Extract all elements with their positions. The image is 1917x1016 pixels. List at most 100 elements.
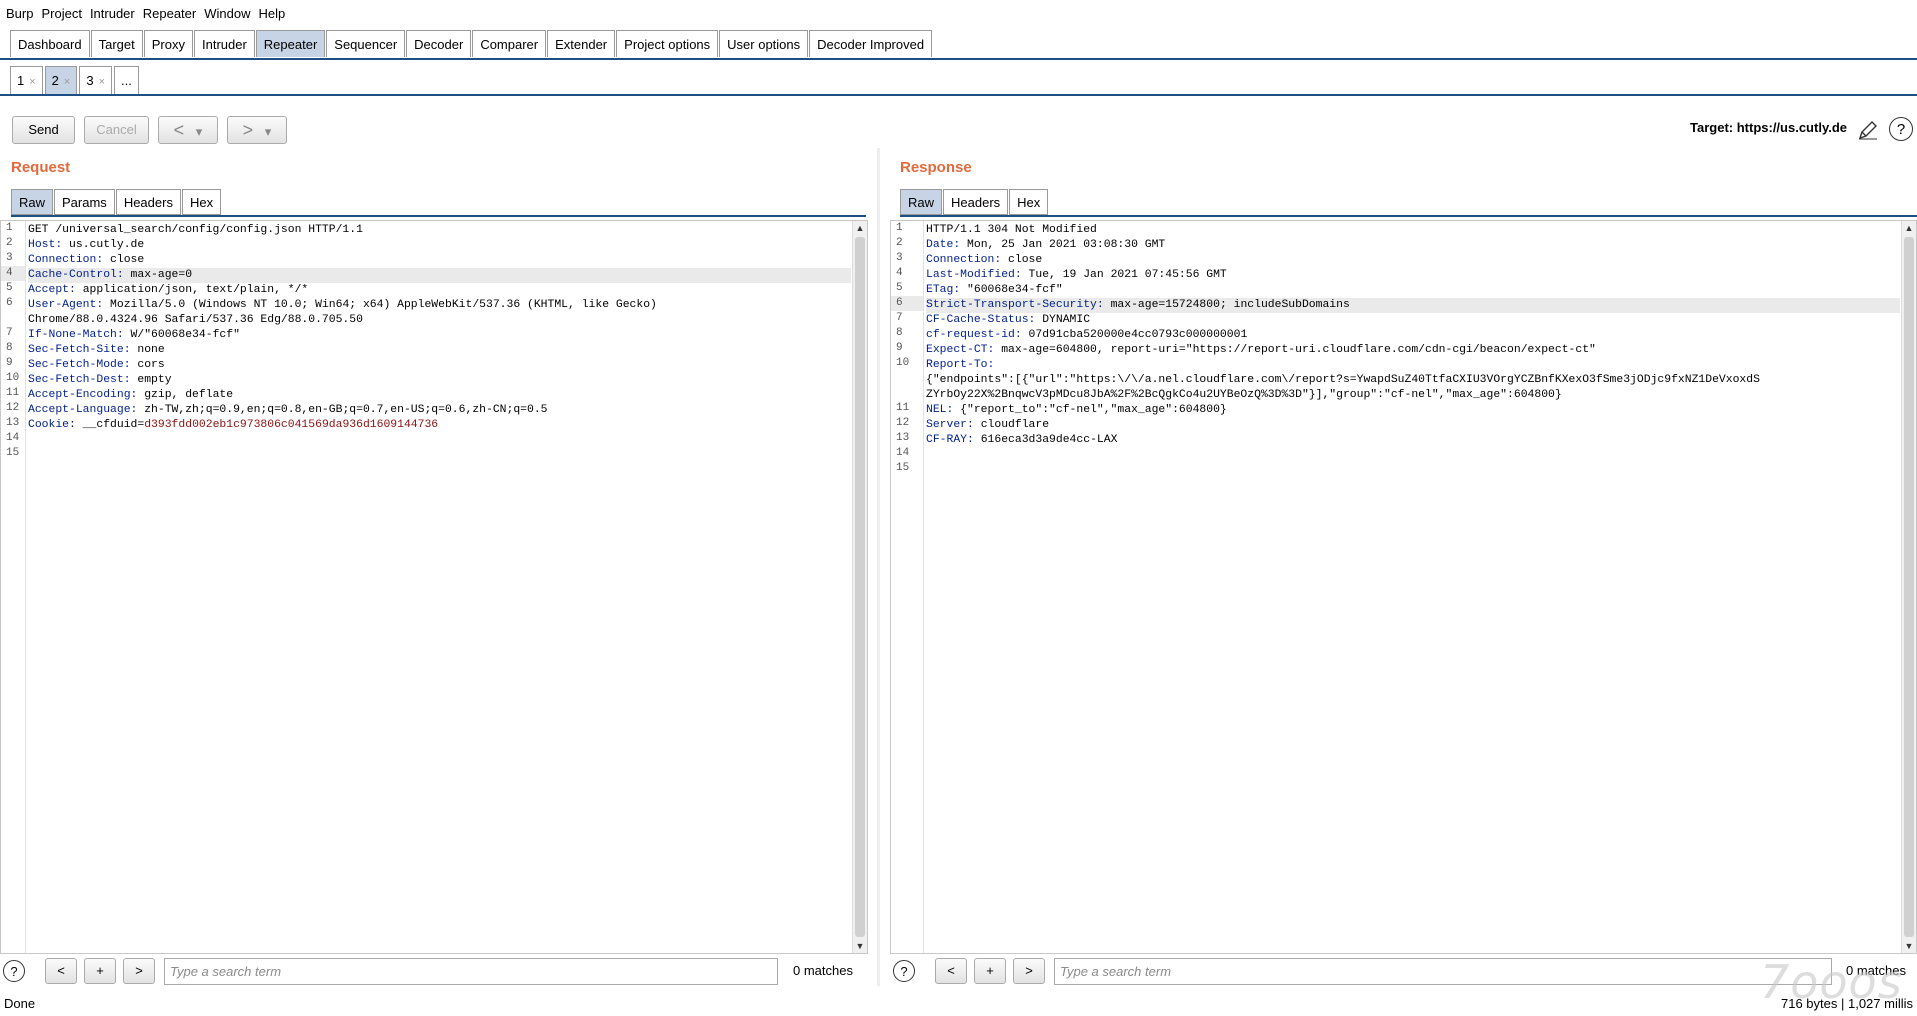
header-value: "60068e34-fcf"	[960, 284, 1063, 296]
tab-intruder[interactable]: Intruder	[193, 30, 255, 57]
code-line[interactable]: User-Agent: Mozilla/5.0 (Windows NT 10.0…	[28, 298, 851, 313]
search-next-button[interactable]: >	[123, 958, 155, 984]
tab-comparer[interactable]: Comparer	[472, 30, 547, 57]
tab-repeater[interactable]: Repeater	[255, 30, 326, 57]
tab-extender[interactable]: Extender	[547, 30, 616, 57]
close-icon[interactable]: ×	[29, 76, 35, 88]
send-button[interactable]: Send	[12, 116, 75, 144]
pencil-icon[interactable]	[1857, 119, 1879, 147]
request-tab-raw[interactable]: Raw	[11, 189, 54, 215]
repeater-tab-more[interactable]: ...	[114, 66, 139, 94]
code-line[interactable]: ZYrbOy22X%2BnqwcV3pMDcu8JbA%2F%2BcQgkCo4…	[926, 388, 1900, 403]
code-line[interactable]	[28, 448, 851, 463]
code-line[interactable]: Accept-Encoding: gzip, deflate	[28, 388, 851, 403]
code-line[interactable]: CF-Cache-Status: DYNAMIC	[926, 313, 1900, 328]
code-line[interactable]: GET /universal_search/config/config.json…	[28, 223, 851, 238]
request-search-input[interactable]	[164, 958, 778, 985]
code-line[interactable]: Expect-CT: max-age=604800, report-uri="h…	[926, 343, 1900, 358]
code-line[interactable]: ETag: "60068e34-fcf"	[926, 283, 1900, 298]
close-icon[interactable]: ×	[64, 76, 70, 88]
code-line[interactable]: Accept: application/json, text/plain, */…	[28, 283, 851, 298]
code-line[interactable]: NEL: {"report_to":"cf-nel","max_age":604…	[926, 403, 1900, 418]
tab-decoder-improved[interactable]: Decoder Improved	[809, 30, 933, 57]
tab-target[interactable]: Target	[90, 30, 143, 57]
response-scrollbar[interactable]: ▲ ▼	[1901, 221, 1916, 953]
menu-intruder[interactable]: Intruder	[90, 6, 135, 21]
code-line[interactable]: CF-RAY: 616eca3d3a9de4cc-LAX	[926, 433, 1900, 448]
cancel-button[interactable]: Cancel	[84, 116, 149, 144]
code-line[interactable]: Accept-Language: zh-TW,zh;q=0.9,en;q=0.8…	[28, 403, 851, 418]
menu-help[interactable]: Help	[258, 6, 285, 21]
back-dropdown-icon[interactable]: ▾	[196, 124, 203, 139]
search-prev-button[interactable]: <	[935, 958, 967, 984]
repeater-tab-2[interactable]: 2 ×	[44, 66, 78, 94]
request-tab-params[interactable]: Params	[54, 189, 115, 215]
scroll-up-icon[interactable]: ▲	[853, 221, 867, 235]
menu-repeater[interactable]: Repeater	[143, 6, 196, 21]
tab-decoder[interactable]: Decoder	[406, 30, 472, 57]
search-next-button[interactable]: >	[1013, 958, 1045, 984]
search-options-button[interactable]: +	[84, 958, 116, 984]
tab-dashboard[interactable]: Dashboard	[10, 30, 90, 57]
code-line[interactable]: Cookie: __cfduid=d393fdd002eb1c973806c04…	[28, 418, 851, 433]
pane-splitter[interactable]	[877, 148, 880, 986]
request-scroll-thumb[interactable]	[855, 237, 865, 937]
history-forward-button[interactable]: > ▾	[227, 116, 287, 144]
scroll-down-icon[interactable]: ▼	[1902, 939, 1916, 953]
code-line[interactable]: Date: Mon, 25 Jan 2021 03:08:30 GMT	[926, 238, 1900, 253]
response-editor[interactable]: 1 2 3 4 5 6 7 8 9 10 11 12 13 14 15 HTTP/1.1 304 Not M…	[890, 220, 1917, 954]
menu-burp[interactable]: Burp	[6, 6, 33, 21]
scroll-down-icon[interactable]: ▼	[853, 939, 867, 953]
scroll-up-icon[interactable]: ▲	[1902, 221, 1916, 235]
line-number: 9	[6, 357, 13, 369]
code-line[interactable]: HTTP/1.1 304 Not Modified	[926, 223, 1900, 238]
code-line[interactable]: Sec-Fetch-Site: none	[28, 343, 851, 358]
response-search-input[interactable]	[1054, 958, 1832, 985]
code-line[interactable]: Last-Modified: Tue, 19 Jan 2021 07:45:56…	[926, 268, 1900, 283]
code-line[interactable]: {"endpoints":[{"url":"https:\/\/a.nel.cl…	[926, 373, 1900, 388]
request-scrollbar[interactable]: ▲ ▼	[852, 221, 867, 953]
tab-user-options[interactable]: User options	[719, 30, 809, 57]
repeater-tab-1[interactable]: 1 ×	[10, 66, 43, 94]
code-line[interactable]: Cache-Control: max-age=0	[28, 268, 851, 283]
code-line[interactable]	[926, 448, 1900, 463]
request-text[interactable]: GET /universal_search/config/config.json…	[28, 223, 851, 463]
response-tab-raw[interactable]: Raw	[900, 189, 943, 215]
code-line[interactable]: cf-request-id: 07d91cba520000e4cc0793c00…	[926, 328, 1900, 343]
forward-dropdown-icon[interactable]: ▾	[265, 124, 272, 139]
code-line[interactable]: Sec-Fetch-Dest: empty	[28, 373, 851, 388]
close-icon[interactable]: ×	[99, 76, 105, 88]
menu-window[interactable]: Window	[204, 6, 250, 21]
request-editor[interactable]: 1 2 3 4 5 6 7 8 9 10 11 12 13 14 15 GET /universal_sea…	[0, 220, 868, 954]
code-line[interactable]: If-None-Match: W/"60068e34-fcf"	[28, 328, 851, 343]
response-text[interactable]: HTTP/1.1 304 Not Modified Date: Mon, 25 J…	[926, 223, 1900, 478]
code-line[interactable]: Server: cloudflare	[926, 418, 1900, 433]
response-scroll-thumb[interactable]	[1904, 237, 1914, 937]
repeater-tab-3[interactable]: 3 ×	[79, 66, 113, 94]
tab-project-options[interactable]: Project options	[616, 30, 719, 57]
code-line[interactable]: Host: us.cutly.de	[28, 238, 851, 253]
code-line[interactable]	[28, 433, 851, 448]
request-tab-headers[interactable]: Headers	[115, 189, 181, 215]
code-line[interactable]: Report-To:	[926, 358, 1900, 373]
code-line[interactable]: Strict-Transport-Security: max-age=15724…	[926, 298, 1900, 313]
request-tab-hex[interactable]: Hex	[181, 189, 222, 215]
tab-sequencer[interactable]: Sequencer	[326, 30, 406, 57]
menu-project[interactable]: Project	[41, 6, 81, 21]
response-tab-headers[interactable]: Headers	[943, 189, 1009, 215]
line-number: 1	[6, 222, 13, 234]
code-line[interactable]	[926, 463, 1900, 478]
search-options-button[interactable]: +	[974, 958, 1006, 984]
search-prev-button[interactable]: <	[45, 958, 77, 984]
history-back-button[interactable]: < ▾	[158, 116, 218, 144]
help-icon[interactable]: ?	[1889, 117, 1913, 141]
code-line[interactable]: Chrome/88.0.4324.96 Safari/537.36 Edg/88…	[28, 313, 851, 328]
header-name: Cache-Control:	[28, 269, 124, 281]
code-line[interactable]: Connection: close	[28, 253, 851, 268]
code-line[interactable]: Sec-Fetch-Mode: cors	[28, 358, 851, 373]
help-icon[interactable]: ?	[893, 960, 915, 982]
help-icon[interactable]: ?	[3, 960, 25, 982]
response-tab-hex[interactable]: Hex	[1009, 189, 1049, 215]
code-line[interactable]: Connection: close	[926, 253, 1900, 268]
tab-proxy[interactable]: Proxy	[143, 30, 193, 57]
